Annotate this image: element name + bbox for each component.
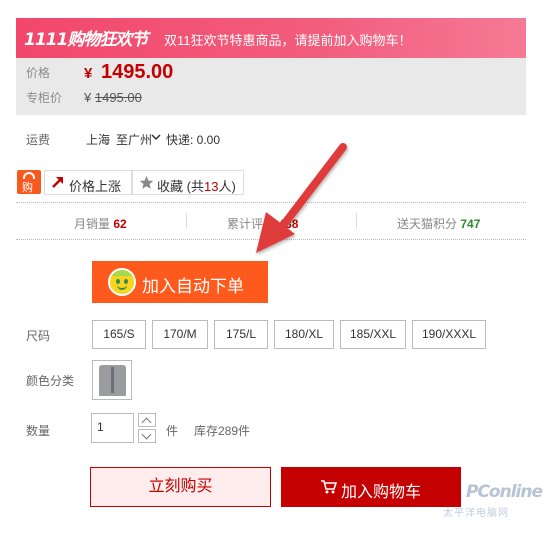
shipping-destination-select[interactable]: 至广州 bbox=[116, 131, 152, 148]
divider bbox=[186, 213, 187, 229]
favorite-count: 13 bbox=[203, 179, 219, 194]
promo-message: 双11狂欢节特惠商品，请提前加入购物车！ bbox=[164, 33, 412, 48]
watermark-brand: PConline bbox=[466, 482, 543, 502]
add-to-cart-label: 加入购物车 bbox=[341, 484, 422, 501]
monthly-sales: 月销量 62 bbox=[74, 217, 127, 231]
original-price: ¥ 1495.00 bbox=[84, 90, 142, 105]
double11-logo: 1111购物狂欢节 bbox=[24, 30, 148, 50]
quantity-label: 数量 bbox=[26, 424, 51, 438]
quantity-increase-button[interactable] bbox=[138, 413, 156, 427]
price-currency: ¥ bbox=[84, 65, 93, 82]
size-label: 尺码 bbox=[26, 329, 51, 343]
price-panel: 价格 ¥ 1495.00 专柜价 ¥ 1495.00 bbox=[16, 58, 526, 115]
chevron-down-icon[interactable] bbox=[151, 131, 161, 143]
review-count[interactable]: 累计评价 488 bbox=[227, 215, 298, 232]
watermark-sub: 太平洋电脑网 bbox=[443, 508, 509, 519]
size-option-185-xxl[interactable]: 185/XXL bbox=[340, 320, 406, 349]
original-price-value: 1495.00 bbox=[94, 90, 142, 105]
coat-thumbnail bbox=[99, 365, 126, 396]
trend-up-icon bbox=[52, 177, 63, 188]
auto-order-label: 加入自动下单 bbox=[142, 277, 244, 296]
color-label: 颜色分类 bbox=[26, 374, 75, 388]
original-price-label: 专柜价 bbox=[26, 91, 63, 105]
shipping-label: 运费 bbox=[26, 133, 51, 147]
price-alert-label: 价格上涨 bbox=[69, 179, 122, 194]
size-option-170-m[interactable]: 170/M bbox=[152, 320, 208, 349]
size-option-165-s[interactable]: 165/S bbox=[92, 320, 146, 349]
color-swatch-gray-coat[interactable] bbox=[92, 360, 132, 400]
cart-icon bbox=[321, 480, 337, 494]
shipping-fee: 快递: 0.00 bbox=[166, 133, 221, 147]
quantity-decrease-button[interactable] bbox=[138, 429, 156, 443]
size-option-180-xl[interactable]: 180/XL bbox=[274, 320, 334, 349]
original-price-currency: ¥ bbox=[84, 90, 92, 105]
tmall-points: 送天猫积分 747 bbox=[397, 217, 481, 231]
stock-info: 库存289件 bbox=[194, 424, 251, 438]
add-to-cart-button[interactable]: 加入购物车 bbox=[281, 467, 461, 507]
price-label: 价格 bbox=[26, 66, 51, 80]
buy-now-button[interactable]: 立刻购买 bbox=[90, 467, 271, 507]
smiley-icon bbox=[108, 268, 136, 296]
price-alert-button[interactable]: 价格上涨 bbox=[44, 170, 132, 195]
pconline-watermark: PConline 太平洋电脑网 bbox=[440, 478, 543, 519]
favorite-label: 收藏 (共13人) bbox=[157, 179, 236, 194]
price-value: 1495.00 bbox=[101, 61, 174, 83]
sales-stats: 月销量 62 累计评价 488 送天猫积分 747 bbox=[16, 202, 526, 240]
promo-banner: 1111购物狂欢节 双11狂欢节特惠商品，请提前加入购物车！ bbox=[16, 18, 526, 58]
size-option-190-xxxl[interactable]: 190/XXXL bbox=[412, 320, 486, 349]
divider bbox=[356, 213, 357, 229]
tmall-cart-icon[interactable]: 购 bbox=[17, 170, 41, 194]
favorite-button[interactable]: 收藏 (共13人) bbox=[132, 170, 244, 195]
size-option-175-l[interactable]: 175/L bbox=[214, 320, 268, 349]
star-icon bbox=[139, 176, 154, 189]
quantity-input[interactable]: 1 bbox=[91, 413, 134, 443]
quantity-unit: 件 bbox=[166, 424, 179, 438]
shipping-from: 上海 bbox=[86, 133, 111, 147]
auto-order-button[interactable]: 加入自动下单 bbox=[92, 261, 268, 303]
